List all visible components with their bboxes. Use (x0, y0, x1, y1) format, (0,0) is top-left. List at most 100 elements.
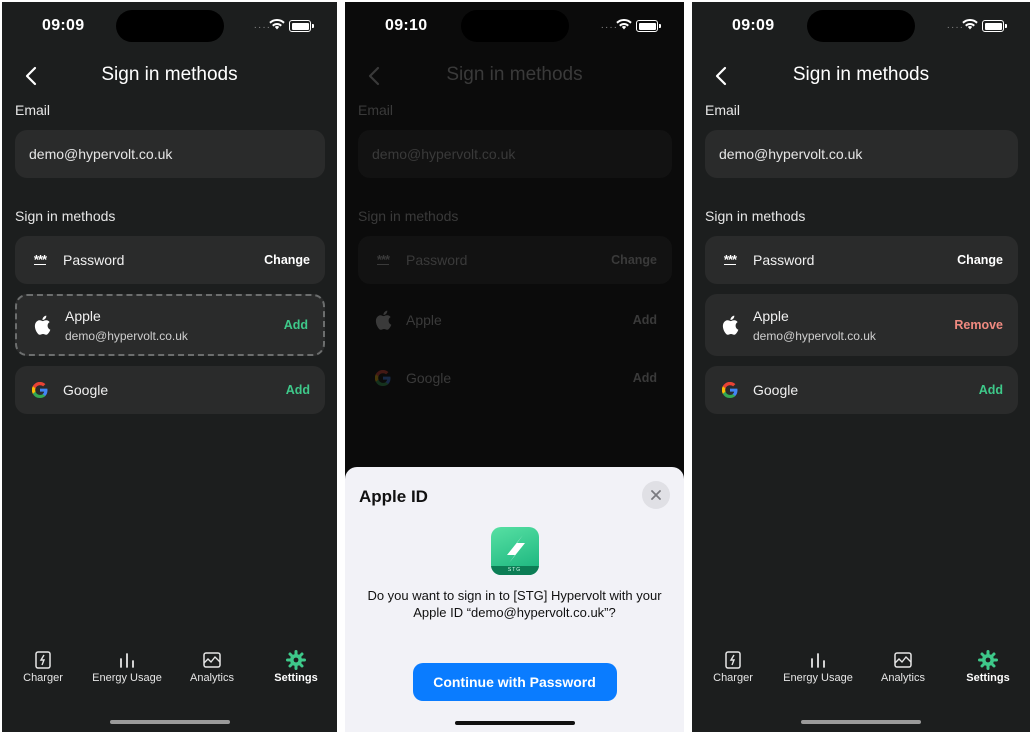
continue-with-password-button[interactable]: Continue with Password (412, 663, 617, 701)
sign-in-methods-label: Sign in methods (705, 208, 806, 224)
battery-icon (289, 20, 314, 32)
sign-in-methods-label: Sign in methods (358, 208, 459, 224)
nav-header: Sign in methods (692, 60, 1030, 92)
apple-icon (31, 314, 53, 336)
google-icon (372, 367, 394, 389)
app-icon: STG (490, 527, 539, 575)
page-title: Sign in methods (101, 64, 238, 85)
gear-icon (978, 650, 998, 670)
home-indicator (109, 720, 230, 724)
method-label: Password (753, 252, 815, 268)
tab-analytics[interactable]: Analytics (172, 642, 252, 684)
wifi-icon (269, 18, 285, 30)
method-label: Password (63, 252, 125, 268)
method-label: Password (406, 252, 468, 268)
page-title: Sign in methods (792, 64, 930, 85)
email-label: Email (358, 102, 394, 118)
method-password: *** Password Change (705, 236, 1018, 284)
analytics-icon (894, 652, 912, 668)
status-time: 09:10 (385, 17, 428, 34)
email-field: demo@hypervolt.co.uk (705, 130, 1018, 178)
tab-energy-usage[interactable]: Energy Usage (778, 642, 858, 684)
tab-settings[interactable]: Settings (948, 642, 1028, 684)
method-sub-email: demo@hypervolt.co.uk (753, 329, 876, 343)
battery-icon (636, 20, 661, 32)
bar-chart-icon (811, 653, 825, 668)
analytics-icon (203, 652, 221, 668)
password-icon: *** (376, 251, 390, 267)
page-title: Sign in methods (446, 64, 583, 85)
method-label: Apple (406, 312, 442, 328)
method-apple: Apple demo@hypervolt.co.uk Remove (705, 294, 1018, 356)
google-icon (29, 379, 51, 401)
method-label: Apple (65, 308, 101, 324)
add-google-button: Add (632, 371, 657, 385)
gear-icon (286, 650, 306, 670)
status-time: 09:09 (732, 17, 775, 34)
wifi-icon (616, 18, 632, 30)
charger-icon (725, 651, 741, 669)
app-badge: STG (490, 566, 539, 575)
google-icon (719, 379, 741, 401)
method-apple: Apple demo@hypervolt.co.uk Add (15, 294, 325, 356)
method-google: Google Add (358, 354, 672, 402)
status-time: 09:09 (42, 17, 85, 34)
bar-chart-icon (120, 653, 134, 668)
phone-screen-1: 09:09 ···· Sign in methods Email demo@hy… (2, 2, 337, 732)
status-bar: 09:10 ···· (345, 2, 684, 50)
tab-settings[interactable]: Settings (256, 642, 336, 684)
sign-in-methods-label: Sign in methods (15, 208, 116, 224)
method-label: Apple (753, 308, 789, 324)
charger-icon (35, 651, 51, 669)
method-google: Google Add (15, 366, 325, 414)
tab-charger[interactable]: Charger (3, 642, 83, 684)
email-label: Email (15, 102, 51, 118)
add-apple-button[interactable]: Add (284, 318, 308, 332)
dynamic-island (460, 10, 569, 42)
tab-bar: Charger Energy Usage Analytics Settings (2, 642, 337, 702)
phone-screen-2: 09:10 ···· Sign in methods Email demo@hy… (345, 2, 684, 732)
method-sub-email: demo@hypervolt.co.uk (65, 329, 188, 343)
apple-icon (372, 309, 394, 331)
method-password: *** Password Change (15, 236, 325, 284)
apple-icon (719, 314, 741, 336)
wifi-icon (962, 18, 978, 30)
password-icon: *** (723, 251, 737, 267)
tab-energy-usage[interactable]: Energy Usage (87, 642, 167, 684)
add-apple-button: Add (632, 313, 657, 327)
apple-id-sheet: Apple ID STG Do you want to sign in to [… (345, 467, 684, 732)
close-button[interactable] (642, 481, 670, 509)
lightning-icon (506, 535, 525, 563)
method-label: Google (406, 370, 452, 386)
change-password-button[interactable]: Change (264, 253, 310, 267)
email-field: demo@hypervolt.co.uk (358, 130, 672, 178)
tab-charger[interactable]: Charger (693, 642, 773, 684)
battery-icon (982, 20, 1007, 32)
nav-header: Sign in methods (2, 60, 337, 92)
tab-bar: Charger Energy Usage Analytics Settings (692, 642, 1030, 702)
home-indicator (454, 721, 575, 725)
status-bar: 09:09 ···· (2, 2, 337, 50)
remove-apple-button[interactable]: Remove (954, 318, 1003, 332)
add-google-button[interactable]: Add (979, 383, 1003, 397)
method-label: Google (63, 382, 109, 398)
method-label: Google (753, 382, 799, 398)
change-password-button: Change (611, 253, 657, 267)
change-password-button[interactable]: Change (957, 253, 1003, 267)
tab-analytics[interactable]: Analytics (863, 642, 943, 684)
add-google-button[interactable]: Add (286, 383, 310, 397)
dynamic-island (115, 10, 224, 42)
dynamic-island (807, 10, 915, 42)
method-password: *** Password Change (358, 236, 672, 284)
sheet-title: Apple ID (359, 487, 428, 506)
method-google: Google Add (705, 366, 1018, 414)
email-label: Email (705, 102, 741, 118)
phone-screen-3: 09:09 ···· Sign in methods Email demo@hy… (692, 2, 1030, 732)
home-indicator (801, 720, 921, 724)
email-field: demo@hypervolt.co.uk (15, 130, 325, 178)
nav-header: Sign in methods (345, 60, 684, 92)
close-icon (651, 490, 661, 500)
sheet-message: Do you want to sign in to [STG] Hypervol… (367, 588, 662, 620)
password-icon: *** (33, 251, 47, 267)
method-apple: Apple Add (358, 294, 672, 346)
